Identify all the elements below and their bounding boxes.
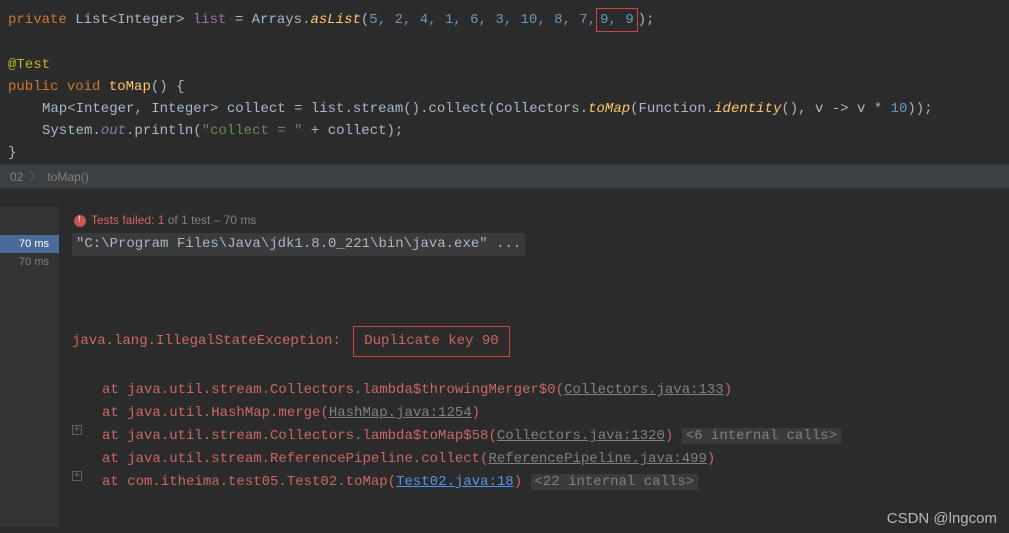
source-link[interactable]: Collectors.java:133	[564, 382, 724, 398]
expand-icon[interactable]: +	[72, 425, 82, 435]
exception-line: java.lang.IllegalStateException: Duplica…	[72, 326, 1009, 357]
stack-frame: at java.util.stream.ReferencePipeline.co…	[72, 448, 1009, 471]
static-method: asList	[310, 12, 360, 28]
chevron-right-icon: 〉	[29, 170, 41, 184]
expand-icon[interactable]: +	[72, 471, 82, 481]
code-line: System.out.println("collect = " + collec…	[8, 120, 1001, 142]
source-link[interactable]: ReferencePipeline.java:499	[488, 451, 706, 467]
duplicate-highlight: 9, 9	[596, 8, 638, 32]
type: List<Integer>	[75, 12, 184, 28]
code-line: }	[8, 142, 1001, 164]
test-time[interactable]: 70 ms	[0, 253, 59, 271]
annotation: @Test	[8, 57, 50, 73]
error-icon	[74, 215, 86, 227]
field: list	[193, 12, 227, 28]
stack-frame: +at java.util.stream.Collectors.lambda$t…	[72, 425, 1009, 448]
numbers: 5, 2, 4, 1, 6, 3, 10, 8, 7,	[369, 12, 596, 28]
source-link[interactable]: Test02.java:18	[396, 474, 514, 490]
blank-line	[8, 32, 1001, 54]
test-time-selected[interactable]: 70 ms	[0, 235, 59, 253]
code-line: @Test	[8, 54, 1001, 76]
exception-message-highlight: Duplicate key 90	[353, 326, 509, 357]
stack-frame: +at com.itheima.test05.Test02.toMap(Test…	[72, 471, 1009, 494]
test-run-panel: 70 ms 70 ms Tests failed: 1 of 1 test – …	[0, 207, 1009, 527]
method-name: toMap	[109, 79, 151, 95]
status-failed-label: Tests failed:	[91, 213, 158, 227]
internal-calls-hint[interactable]: <22 internal calls>	[531, 474, 699, 490]
code-line: public void toMap() {	[8, 76, 1001, 98]
source-link[interactable]: Collectors.java:1320	[497, 428, 665, 444]
breadcrumb-class[interactable]: 02	[10, 170, 23, 184]
test-tree-gutter[interactable]: 70 ms 70 ms	[0, 207, 60, 527]
command-line: "C:\Program Files\Java\jdk1.8.0_221\bin\…	[72, 233, 1009, 256]
test-status-bar: Tests failed: 1 of 1 test – 70 ms	[60, 207, 1009, 233]
code-editor[interactable]: private List<Integer> list = Arrays.asLi…	[0, 0, 1009, 164]
breadcrumb-method[interactable]: toMap()	[47, 170, 88, 184]
panel-gap	[0, 189, 1009, 207]
internal-calls-hint[interactable]: <6 internal calls>	[682, 428, 841, 444]
watermark: CSDN @lngcom	[887, 510, 997, 527]
breadcrumb[interactable]: 02 〉 toMap()	[0, 164, 1009, 189]
console-output[interactable]: Tests failed: 1 of 1 test – 70 ms "C:\Pr…	[60, 207, 1009, 527]
stack-frame: at java.util.HashMap.merge(HashMap.java:…	[72, 402, 1009, 425]
source-link[interactable]: HashMap.java:1254	[329, 405, 472, 421]
code-line: private List<Integer> list = Arrays.asLi…	[8, 8, 1001, 32]
keyword: private	[8, 12, 67, 28]
stack-frame: at java.util.stream.Collectors.lambda$th…	[72, 379, 1009, 402]
code-line: Map<Integer, Integer> collect = list.str…	[8, 98, 1001, 120]
